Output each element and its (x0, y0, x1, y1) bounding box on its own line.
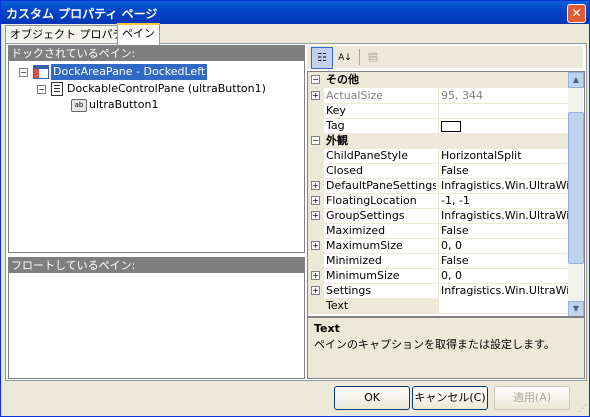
categorized-icon: ☷ (317, 51, 327, 64)
ok-button[interactable]: OK (334, 386, 410, 410)
description-title: Text (314, 322, 340, 335)
property-pages-button[interactable]: ▤ (363, 47, 383, 67)
prop-name: Minimized (326, 254, 382, 267)
floating-panes-header: フロートしているペイン: (9, 258, 304, 273)
prop-name: Tag (326, 119, 345, 132)
tab-pane[interactable]: ペイン (117, 23, 160, 45)
prop-row-maximized[interactable]: Maximized False (308, 223, 568, 239)
prop-value[interactable]: 0, 0 (438, 268, 571, 283)
prop-name: ActualSize (326, 89, 384, 102)
tag-value-box (441, 120, 461, 132)
docked-panes-header: ドックされているペイン: (9, 46, 304, 61)
tree-item-label: ultraButton1 (89, 98, 159, 111)
floating-panes-panel: フロートしているペイン: (8, 257, 305, 379)
collapse-icon[interactable]: − (311, 136, 320, 145)
scroll-thumb[interactable] (568, 112, 584, 264)
prop-row-tag[interactable]: Tag (308, 118, 568, 134)
prop-value[interactable]: Infragistics.Win.UltraWinD (438, 178, 571, 193)
prop-name: Key (326, 104, 346, 117)
prop-value[interactable]: Infragistics.Win.UltraWinD (438, 208, 571, 223)
expand-icon[interactable]: + (311, 196, 320, 205)
prop-value[interactable] (438, 118, 571, 133)
categorized-button[interactable]: ☷ (311, 47, 333, 69)
prop-row-text[interactable]: Text (308, 298, 571, 314)
resize-grip-icon[interactable]: ⋰ (578, 404, 587, 414)
collapse-icon[interactable]: − (37, 85, 46, 94)
tab-label: ペイン (122, 27, 155, 40)
prop-row-actualsize[interactable]: + ActualSize 95, 344 (308, 88, 568, 104)
dock-area-icon (33, 65, 49, 79)
docked-panes-panel: ドックされているペイン: − DockAreaPane - DockedLeft… (8, 45, 305, 253)
description-panel: Text ペインのキャプションを取得または設定します。 (307, 317, 585, 379)
prop-row-settings[interactable]: + Settings Infragistics.Win.UltraWinD (308, 283, 571, 299)
prop-row-defaultpanesettings[interactable]: + DefaultPaneSettings Infragistics.Win.U… (308, 178, 571, 194)
prop-name: ChildPaneStyle (326, 149, 408, 162)
prop-row-groupsettings[interactable]: + GroupSettings Infragistics.Win.UltraWi… (308, 208, 571, 224)
prop-name: Settings (326, 284, 372, 297)
prop-name: Maximized (326, 224, 386, 237)
prop-row-childpanestyle[interactable]: ChildPaneStyle HorizontalSplit (308, 148, 568, 164)
cancel-button[interactable]: キャンセル(C) (412, 386, 488, 410)
prop-value[interactable]: False (438, 163, 571, 178)
dialog-window: カスタム プロパティ ページ ✕ オブジェクト プロパティ ペイン ドックされて… (0, 0, 590, 417)
property-grid-toolbar: ☷ A↓ ▤ (307, 46, 583, 69)
ok-label: OK (364, 391, 380, 404)
prop-row-maximumsize[interactable]: + MaximumSize 0, 0 (308, 238, 568, 254)
window-title: カスタム プロパティ ページ (6, 7, 158, 21)
expand-icon[interactable]: + (311, 271, 320, 280)
prop-value[interactable]: -1, -1 (438, 193, 571, 208)
property-pages-icon: ▤ (367, 50, 379, 63)
category-appearance[interactable]: − 外観 (308, 133, 568, 149)
prop-name: FloatingLocation (326, 194, 417, 207)
button-control-icon: ab (71, 99, 87, 112)
prop-row-minimized[interactable]: Minimized False (308, 253, 568, 269)
pane-icon (51, 82, 63, 96)
prop-name: GroupSettings (326, 209, 405, 222)
property-grid: − その他 + ActualSize 95, 344 Key Tag − 外観 … (307, 71, 585, 317)
scroll-up-icon[interactable]: ▲ (568, 72, 584, 88)
prop-row-minimumsize[interactable]: + MinimumSize 0, 0 (308, 268, 568, 284)
tree-item-label: DockableControlPane (ultraButton1) (67, 82, 266, 95)
tab-label: オブジェクト プロパティ (10, 28, 134, 41)
expand-icon[interactable]: + (311, 181, 320, 190)
expand-icon[interactable]: + (311, 91, 320, 100)
close-icon: ✕ (571, 6, 582, 20)
prop-value[interactable]: False (438, 223, 571, 238)
prop-value[interactable]: False (438, 253, 571, 268)
category-label: 外観 (326, 134, 348, 147)
prop-value: 95, 344 (438, 88, 571, 103)
prop-row-floatinglocation[interactable]: + FloatingLocation -1, -1 (308, 193, 568, 209)
alphabetical-button[interactable]: A↓ (335, 47, 355, 67)
prop-name: DefaultPaneSettings (326, 179, 436, 192)
title-bar[interactable]: カスタム プロパティ ページ ✕ (1, 1, 589, 24)
expand-icon[interactable]: + (311, 286, 320, 295)
cancel-label: キャンセル(C) (414, 391, 486, 404)
prop-name: MinimumSize (326, 269, 400, 282)
prop-value[interactable] (438, 103, 571, 118)
collapse-icon[interactable]: − (19, 68, 28, 77)
prop-row-closed[interactable]: Closed False (308, 163, 568, 179)
tree-item-label: DockAreaPane - DockedLeft (51, 64, 208, 80)
property-grid-scrollbar[interactable]: ▲ ▼ (568, 72, 584, 316)
prop-value[interactable] (438, 298, 571, 313)
collapse-icon[interactable]: − (311, 75, 320, 84)
scroll-down-icon[interactable]: ▼ (568, 301, 584, 316)
prop-value[interactable]: 0, 0 (438, 238, 571, 253)
prop-name: Closed (326, 164, 363, 177)
category-misc[interactable]: − その他 (308, 72, 568, 88)
apply-button[interactable]: 適用(A) (494, 386, 570, 410)
expand-icon[interactable]: + (311, 241, 320, 250)
prop-row-key[interactable]: Key (308, 103, 568, 119)
toolbar-separator (359, 49, 360, 65)
prop-name: Text (326, 299, 349, 312)
prop-value[interactable]: HorizontalSplit (438, 148, 571, 163)
close-button[interactable]: ✕ (567, 4, 586, 23)
category-label: その他 (326, 73, 359, 86)
prop-name: MaximumSize (326, 239, 403, 252)
prop-value[interactable]: Infragistics.Win.UltraWinD (438, 283, 571, 298)
apply-label: 適用(A) (512, 391, 552, 404)
expand-icon[interactable]: + (311, 211, 320, 220)
description-text: ペインのキャプションを取得または設定します。 (314, 338, 555, 351)
alphabetical-icon: A↓ (338, 53, 352, 63)
